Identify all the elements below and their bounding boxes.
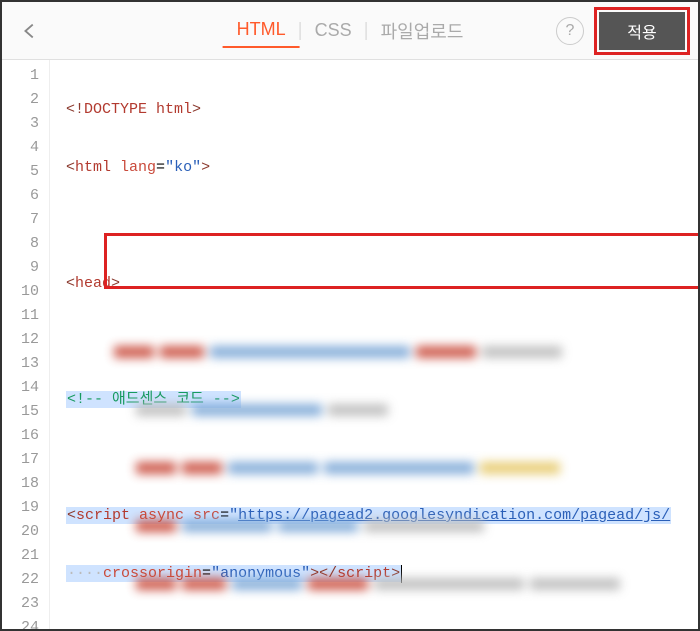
line-number: 23	[2, 592, 39, 616]
apply-highlight: 적용	[594, 7, 690, 55]
line-number: 2	[2, 88, 39, 112]
line-number: 9	[2, 256, 39, 280]
tab-file-upload[interactable]: 파일업로드	[367, 12, 478, 50]
tabs: HTML CSS 파일업로드	[223, 12, 478, 50]
line-number: 3	[2, 112, 39, 136]
back-icon[interactable]	[10, 11, 50, 51]
line-number: 22	[2, 568, 39, 592]
line-number: 6	[2, 184, 39, 208]
code-line	[66, 620, 698, 629]
line-number: 14	[2, 376, 39, 400]
tab-html[interactable]: HTML	[223, 13, 300, 48]
line-number: 24	[2, 616, 39, 629]
line-number: 17	[2, 448, 39, 472]
line-number: 10	[2, 280, 39, 304]
line-number-gutter: 1 2 3 4 5 6 7 8 9 10 11 12 13 14 15 16 1…	[2, 60, 50, 629]
line-number: 15	[2, 400, 39, 424]
line-number: 12	[2, 328, 39, 352]
line-number: 13	[2, 352, 39, 376]
code-area[interactable]: <!DOCTYPE html> <html lang="ko"> <head> …	[50, 60, 698, 629]
line-number: 1	[2, 64, 39, 88]
line-number: 19	[2, 496, 39, 520]
line-number: 18	[2, 472, 39, 496]
line-number: 16	[2, 424, 39, 448]
code-line: <!DOCTYPE html>	[66, 98, 698, 122]
line-number: 7	[2, 208, 39, 232]
line-number: 4	[2, 136, 39, 160]
code-line: <head>	[66, 272, 698, 296]
apply-button[interactable]: 적용	[599, 12, 685, 50]
tab-css[interactable]: CSS	[301, 14, 366, 47]
code-line	[66, 214, 698, 238]
line-number: 21	[2, 544, 39, 568]
blurred-code	[114, 306, 694, 621]
code-editor[interactable]: 1 2 3 4 5 6 7 8 9 10 11 12 13 14 15 16 1…	[2, 60, 698, 629]
line-number: 11	[2, 304, 39, 328]
line-number: 8	[2, 232, 39, 256]
code-line: <html lang="ko">	[66, 156, 698, 180]
line-number: 20	[2, 520, 39, 544]
help-icon[interactable]: ?	[556, 17, 584, 45]
line-number: 5	[2, 160, 39, 184]
